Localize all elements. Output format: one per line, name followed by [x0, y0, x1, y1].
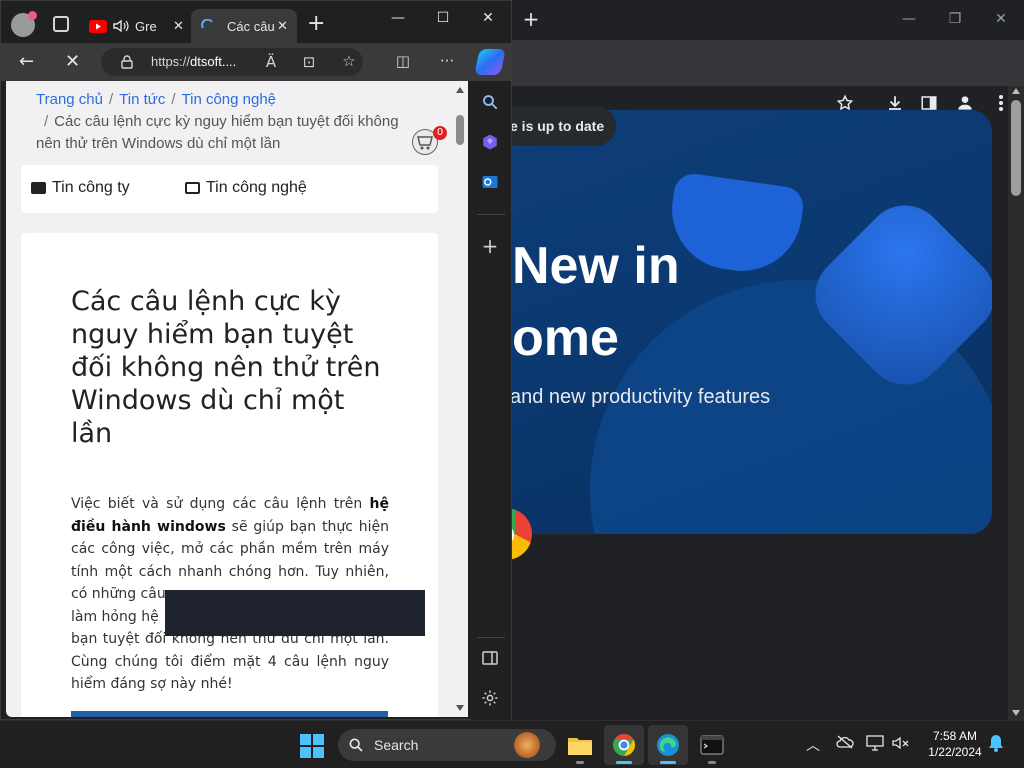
hide-sidebar-icon[interactable] [479, 647, 501, 669]
address-bar[interactable]: https://dtsoft.... A͏̈ ⊡ ☆ [101, 48, 363, 76]
edge-close-button[interactable]: ✕ [473, 7, 503, 29]
category-tech-news[interactable]: Tin công nghệ [185, 179, 307, 197]
edge-tab-bar: Gre ✕ Các câu ✕ + — ☐ ✕ [1, 1, 511, 43]
loading-icon [201, 19, 213, 29]
lock-icon[interactable] [121, 55, 133, 69]
split-screen-icon[interactable]: ◫ [393, 52, 413, 70]
read-aloud-icon[interactable]: A͏̈ [261, 53, 281, 71]
article-text: bạn tuyệt đối không nên thử dù chỉ một l… [71, 631, 389, 692]
clock-date: 1/22/2024 [928, 745, 982, 759]
notification-bell-icon[interactable] [988, 734, 1004, 756]
taskbar-clock[interactable]: 7:58 AM 1/22/2024 [920, 728, 990, 760]
chrome-minimize-button[interactable]: — [894, 6, 924, 32]
breadcrumb-tech-news[interactable]: Tin công nghệ [182, 91, 277, 108]
edge-new-tab-button[interactable]: + [307, 13, 325, 35]
url-prefix: https:// [151, 54, 191, 69]
windows-taskbar: Search ︿ 7:58 AM 1/22/2024 [0, 720, 1024, 768]
breadcrumb-news[interactable]: Tin tức [119, 91, 165, 108]
immersive-reader-icon[interactable]: ⊡ [299, 53, 319, 71]
search-icon[interactable] [479, 91, 501, 113]
briefcase-icon [31, 182, 46, 194]
workspaces-icon[interactable] [53, 16, 69, 32]
favorite-star-icon[interactable]: ☆ [339, 52, 359, 70]
cloud-offline-icon[interactable] [836, 735, 854, 753]
more-options-icon[interactable]: ··· [437, 52, 457, 70]
edge-profile-avatar[interactable] [11, 11, 37, 37]
clock-time: 7:58 AM [932, 729, 978, 743]
search-highlight-icon [514, 732, 540, 758]
windows-start-icon[interactable] [300, 734, 324, 758]
chrome-restore-button[interactable]: ❐ [940, 6, 970, 32]
tab-close-icon[interactable]: ✕ [173, 18, 184, 34]
redaction-box [165, 590, 425, 636]
breadcrumb-home[interactable]: Trang chủ [36, 91, 103, 108]
taskbar-search-label: Search [374, 737, 419, 753]
chrome-close-button[interactable]: ✕ [986, 6, 1016, 32]
article-banner-strip [71, 711, 388, 717]
category-company-news[interactable]: Tin công ty [31, 179, 130, 197]
article-title: Các câu lệnh cực kỳ nguy hiểm bạn tuyệt … [71, 286, 381, 449]
show-hidden-icons-chevron-icon[interactable]: ︿ [806, 735, 820, 755]
network-icon[interactable] [866, 735, 884, 755]
volume-muted-icon[interactable] [892, 735, 910, 755]
outlook-icon[interactable] [479, 171, 501, 193]
address-bar-url[interactable]: https://dtsoft.... [151, 54, 236, 69]
chrome-scrollbar[interactable] [1008, 86, 1024, 720]
breadcrumb-current: Các câu lệnh cực kỳ nguy hiểm bạn tuyệt … [36, 113, 399, 152]
edge-page-scrollbar[interactable] [452, 81, 468, 717]
edge-window: Gre ✕ Các câu ✕ + — ☐ ✕ ← ✕ https://dtso… [0, 0, 512, 721]
tab-youtube-label: Gre [135, 18, 157, 34]
back-arrow-icon[interactable]: ← [19, 51, 34, 72]
tab-close-icon[interactable]: ✕ [277, 18, 288, 34]
edge-sidebar: + [471, 81, 511, 721]
category-label: Tin công ty [52, 179, 130, 196]
speaker-icon[interactable] [113, 19, 129, 33]
bing-chat-icon[interactable] [479, 131, 501, 153]
edge-minimize-button[interactable]: — [383, 7, 413, 29]
newspaper-icon [185, 182, 200, 194]
hero-title-line-2: ome [512, 309, 619, 367]
search-icon [349, 738, 363, 752]
article-text: làm hỏng hệ [71, 608, 159, 625]
category-label: Tin công nghệ [206, 179, 307, 196]
add-sidebar-app-icon[interactable]: + [479, 234, 501, 258]
tab-youtube[interactable]: Gre ✕ [89, 9, 189, 43]
taskbar-search-box[interactable]: Search [338, 729, 556, 761]
article-text: Việc biết và sử dụng các câu lệnh trên [71, 496, 370, 512]
cart-icon[interactable]: 0 [412, 126, 447, 155]
youtube-icon [89, 19, 107, 33]
category-menu: Tin công ty Tin công nghệ [21, 165, 438, 213]
edge-toolbar: ← ✕ https://dtsoft.... A͏̈ ⊡ ☆ ◫ ··· [1, 43, 511, 81]
copilot-icon[interactable] [474, 49, 506, 75]
hero-title-line-1: New in [512, 237, 680, 295]
edge-taskbar-icon[interactable] [648, 725, 688, 765]
edge-maximize-button[interactable]: ☐ [428, 7, 458, 29]
chrome-new-tab-button[interactable]: + [520, 8, 542, 30]
article-card: Các câu lệnh cực kỳ nguy hiểm bạn tuyệt … [21, 233, 438, 717]
url-domain: dtsoft.... [190, 54, 237, 69]
hero-subtitle: and new productivity features [510, 386, 771, 408]
file-explorer-icon[interactable] [560, 725, 600, 765]
cart-count-badge: 0 [433, 126, 447, 140]
terminal-icon[interactable] [692, 725, 732, 765]
stop-loading-icon[interactable]: ✕ [65, 51, 80, 72]
settings-gear-icon[interactable] [479, 687, 501, 709]
tab-active-label: Các câu [227, 18, 275, 34]
chrome-taskbar-icon[interactable] [604, 725, 644, 765]
breadcrumb: Trang chủ / Tin tức / Tin công nghệ / Các câu… [36, 91, 399, 152]
tab-active-article[interactable]: Các câu ✕ [191, 9, 297, 43]
